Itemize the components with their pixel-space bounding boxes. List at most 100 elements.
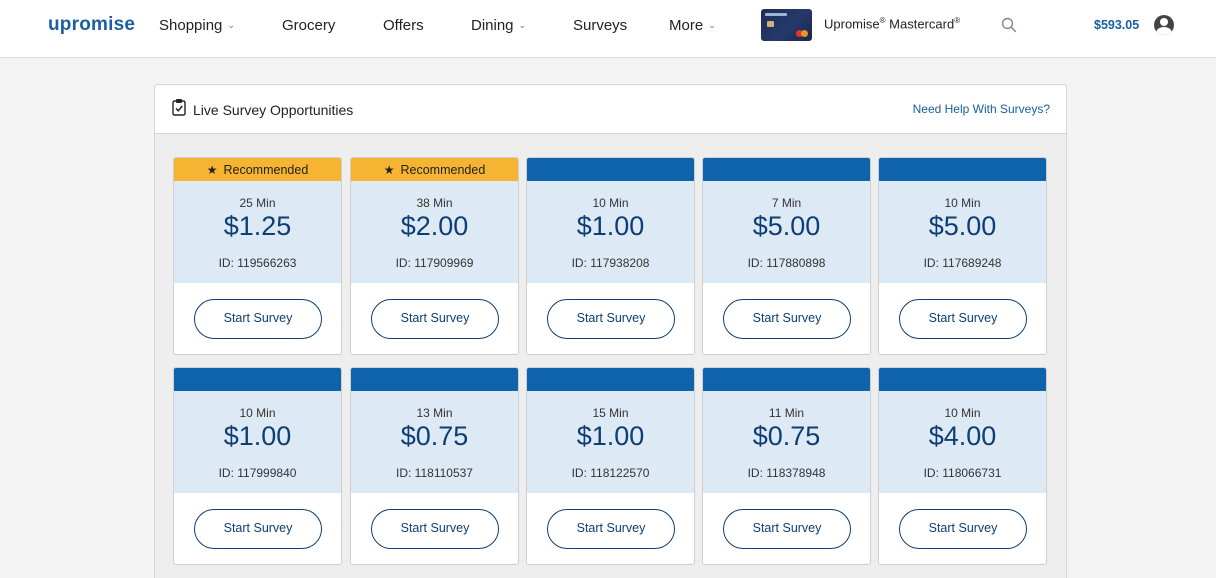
survey-reward: $2.00: [400, 211, 469, 241]
survey-card: 11 Min $0.75 ID: 118378948 Start Survey: [702, 367, 871, 565]
start-survey-button[interactable]: Start Survey: [899, 509, 1027, 549]
survey-card: 10 Min $4.00 ID: 118066731 Start Survey: [878, 367, 1047, 565]
registered-mark: ®: [954, 16, 961, 25]
start-survey-button[interactable]: Start Survey: [547, 509, 675, 549]
survey-reward: $1.00: [576, 421, 645, 451]
start-survey-button[interactable]: Start Survey: [547, 299, 675, 339]
chevron-down-icon: ⌄: [227, 20, 235, 30]
star-icon: ★: [206, 163, 218, 177]
survey-time: 10 Min: [944, 196, 981, 210]
survey-card: 10 Min $1.00 ID: 117999840 Start Survey: [173, 367, 342, 565]
nav-offers-label: Offers: [383, 17, 424, 34]
survey-panel: Live Survey Opportunities Need Help With…: [154, 84, 1067, 578]
survey-card: 7 Min $5.00 ID: 117880898 Start Survey: [702, 157, 871, 355]
survey-band: [703, 158, 870, 181]
survey-info: 7 Min $5.00 ID: 117880898: [703, 181, 870, 283]
survey-id: ID: 117999840: [218, 466, 297, 480]
top-navigation: upromise Shopping ⌄ Grocery Offers Dining…: [0, 0, 1216, 58]
survey-id: ID: 117880898: [747, 256, 826, 270]
nav-surveys-label: Surveys: [573, 17, 628, 34]
survey-id: ID: 118110537: [396, 466, 473, 480]
card-label-network: Mastercard: [889, 16, 955, 32]
recommended-band: ★ Recommended: [351, 158, 518, 181]
recommended-label: Recommended: [223, 163, 309, 177]
survey-band: [174, 368, 341, 391]
mastercard-image[interactable]: [761, 9, 812, 41]
survey-info: 10 Min $1.00 ID: 117938208: [527, 181, 694, 283]
survey-info: 25 Min $1.25 ID: 119566263: [174, 181, 341, 283]
survey-info: 15 Min $1.00 ID: 118122570: [527, 391, 694, 493]
user-avatar-icon[interactable]: [1154, 15, 1174, 35]
start-survey-button[interactable]: Start Survey: [194, 509, 322, 549]
help-surveys-link[interactable]: Need Help With Surveys?: [913, 102, 1050, 116]
survey-reward: $5.00: [928, 211, 997, 241]
survey-time: 13 Min: [416, 406, 453, 420]
survey-reward: $0.75: [752, 421, 821, 451]
survey-info: 10 Min $5.00 ID: 117689248: [879, 181, 1046, 283]
start-survey-button[interactable]: Start Survey: [194, 299, 322, 339]
survey-reward: $0.75: [400, 421, 469, 451]
survey-reward: $1.00: [223, 421, 292, 451]
survey-info: 10 Min $4.00 ID: 118066731: [879, 391, 1046, 493]
survey-id: ID: 118378948: [747, 466, 826, 480]
survey-band: [879, 368, 1046, 391]
mastercard-link[interactable]: Upromise® Mastercard®: [824, 16, 960, 31]
clipboard-check-icon: [172, 99, 186, 116]
panel-header: Live Survey Opportunities Need Help With…: [155, 85, 1066, 134]
survey-band: [527, 368, 694, 391]
survey-info: 11 Min $0.75 ID: 118378948: [703, 391, 870, 493]
survey-id: ID: 118122570: [571, 466, 650, 480]
search-icon[interactable]: [1001, 17, 1017, 33]
survey-time: 7 Min: [771, 196, 802, 210]
chevron-down-icon: ⌄: [708, 20, 716, 30]
survey-id: ID: 117689248: [923, 256, 1002, 270]
survey-time: 10 Min: [239, 406, 276, 420]
survey-id: ID: 117909969: [395, 256, 474, 270]
survey-card: 13 Min $0.75 ID: 118110537 Start Survey: [350, 367, 519, 565]
start-survey-button[interactable]: Start Survey: [371, 509, 499, 549]
survey-card: 15 Min $1.00 ID: 118122570 Start Survey: [526, 367, 695, 565]
survey-reward: $1.00: [576, 211, 645, 241]
survey-band: [527, 158, 694, 181]
survey-time: 10 Min: [944, 406, 981, 420]
survey-reward: $1.25: [223, 211, 292, 241]
survey-card: 10 Min $5.00 ID: 117689248 Start Survey: [878, 157, 1047, 355]
survey-info: 38 Min $2.00 ID: 117909969: [351, 181, 518, 283]
nav-grocery-label: Grocery: [282, 17, 336, 34]
start-survey-button[interactable]: Start Survey: [899, 299, 1027, 339]
survey-time: 25 Min: [239, 196, 276, 210]
registered-mark: ®: [879, 16, 886, 25]
survey-info: 13 Min $0.75 ID: 118110537: [351, 391, 518, 493]
recommended-label: Recommended: [400, 163, 486, 177]
chevron-down-icon: ⌄: [518, 20, 527, 30]
start-survey-button[interactable]: Start Survey: [723, 299, 851, 339]
nav-more-label: More: [669, 17, 704, 34]
panel-title: Live Survey Opportunities: [193, 102, 354, 118]
survey-reward: $4.00: [928, 421, 997, 451]
survey-band: [703, 368, 870, 391]
nav-surveys[interactable]: Surveys: [573, 17, 627, 34]
survey-card: ★ Recommended 38 Min $2.00 ID: 117909969 …: [350, 157, 519, 355]
card-label-brand: Upromise: [824, 16, 880, 32]
recommended-band: ★ Recommended: [174, 158, 341, 181]
survey-id: ID: 118066731: [923, 466, 1002, 480]
nav-grocery[interactable]: Grocery: [282, 17, 335, 34]
nav-more[interactable]: More ⌄: [669, 17, 716, 34]
account-balance[interactable]: $593.05: [1094, 18, 1139, 32]
survey-info: 10 Min $1.00 ID: 117999840: [174, 391, 341, 493]
survey-card: 10 Min $1.00 ID: 117938208 Start Survey: [526, 157, 695, 355]
survey-card: ★ Recommended 25 Min $1.25 ID: 119566263 …: [173, 157, 342, 355]
survey-id: ID: 119566263: [218, 256, 297, 270]
nav-shopping-label: Shopping: [159, 17, 223, 34]
survey-time: 10 Min: [592, 196, 629, 210]
survey-time: 38 Min: [416, 196, 453, 210]
nav-shopping[interactable]: Shopping ⌄: [159, 17, 235, 34]
start-survey-button[interactable]: Start Survey: [723, 509, 851, 549]
nav-dining[interactable]: Dining ⌄: [471, 17, 526, 34]
start-survey-button[interactable]: Start Survey: [371, 299, 499, 339]
upromise-logo[interactable]: upromise: [48, 14, 135, 36]
survey-band: [351, 368, 518, 391]
nav-offers[interactable]: Offers: [383, 17, 424, 34]
nav-dining-label: Dining: [471, 17, 514, 34]
survey-time: 15 Min: [592, 406, 629, 420]
